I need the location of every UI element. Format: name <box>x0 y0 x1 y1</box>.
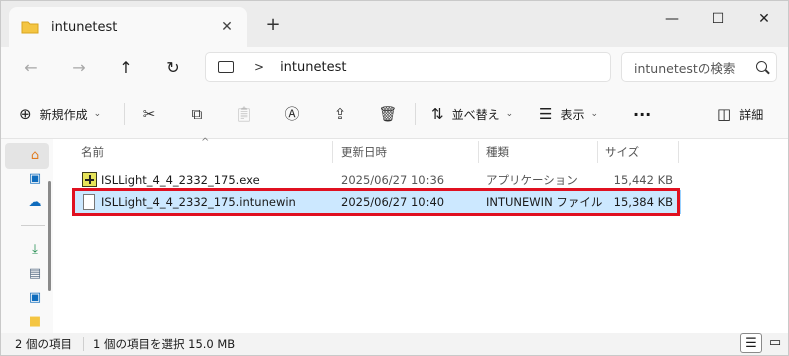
maximize-button[interactable]: ☐ <box>695 5 741 33</box>
sort-label: 並べ替え <box>451 107 500 122</box>
nav-scrollbar[interactable] <box>48 181 51 291</box>
scissors-icon: ✂ <box>142 105 156 123</box>
trash-icon: 🗑︎ <box>378 105 398 123</box>
clipboard-icon: 📋︎ <box>234 105 254 123</box>
close-window-button[interactable]: ✕ <box>741 5 787 33</box>
search-icon <box>756 61 767 72</box>
toolbar-divider <box>124 103 125 125</box>
this-pc-icon <box>218 61 234 73</box>
column-header-size[interactable]: サイズ <box>605 139 639 165</box>
column-header-name[interactable]: 名前 <box>81 139 104 165</box>
back-button[interactable]: ← <box>17 55 45 81</box>
details-label: 詳細 <box>739 107 764 122</box>
close-tab-icon[interactable]: ✕ <box>217 17 237 37</box>
navigation-bar: ← → ↑ ↻ > intunetest intunetestの検索 <box>1 47 788 89</box>
details-view-button[interactable]: ☰ <box>740 333 762 353</box>
view-list-icon: ☰ <box>539 105 553 123</box>
column-divider[interactable] <box>678 141 679 163</box>
refresh-button[interactable]: ↻ <box>159 55 187 81</box>
highlight-annotation-box <box>72 188 680 216</box>
chevron-down-icon: ⌄ <box>93 109 102 119</box>
delete-button[interactable]: 🗑︎ <box>375 101 401 127</box>
column-divider[interactable] <box>478 141 479 163</box>
details-view-icon: ☰ <box>745 336 757 351</box>
up-button[interactable]: ↑ <box>112 55 140 81</box>
copy-button[interactable]: ⧉ <box>184 101 210 127</box>
forward-button[interactable]: → <box>65 55 93 81</box>
tiles-view-button[interactable]: ▭ <box>764 333 786 353</box>
view-button[interactable]: ☰ 表示 ⌄ <box>539 101 598 127</box>
details-pane-icon: ◫ <box>717 105 732 123</box>
new-tab-button[interactable]: + <box>263 15 283 35</box>
chevron-down-icon: ⌄ <box>590 109 599 119</box>
tab-intunetest[interactable]: intunetest ✕ <box>9 7 247 47</box>
rename-button[interactable]: Ⓐ <box>279 101 305 127</box>
file-list: ^ 名前 更新日時 種類 サイズ ISLLight_4_4_2332_175.e… <box>53 137 788 333</box>
column-divider[interactable] <box>332 141 333 163</box>
toolbar-divider <box>415 103 416 125</box>
new-button[interactable]: ⊕ 新規作成 ⌄ <box>19 101 101 127</box>
sort-arrows-icon: ⇅ <box>431 105 444 123</box>
folder-icon <box>21 21 39 34</box>
copy-icon: ⧉ <box>191 105 203 123</box>
onedrive-icon[interactable]: ☁ <box>27 195 43 211</box>
paste-button[interactable]: 📋︎ <box>231 101 257 127</box>
rename-icon: Ⓐ <box>284 105 300 123</box>
downloads-icon[interactable]: ⤓ <box>27 242 43 258</box>
column-header-type[interactable]: 種類 <box>486 139 509 165</box>
tiles-view-icon: ▭ <box>768 335 782 350</box>
item-count: 2 個の項目 <box>15 337 72 351</box>
cut-button[interactable]: ✂ <box>136 101 162 127</box>
selection-info: 1 個の項目を選択 15.0 MB <box>93 337 236 351</box>
more-options-button[interactable]: ··· <box>633 101 651 127</box>
column-divider[interactable] <box>597 141 598 163</box>
documents-icon[interactable]: ▤ <box>27 266 43 282</box>
tab-bar: intunetest ✕ + — ☐ ✕ <box>1 1 788 47</box>
explorer-window: intunetest ✕ + — ☐ ✕ ← → ↑ ↻ > intunetes… <box>0 0 789 356</box>
share-button[interactable]: ⇪ <box>327 101 353 127</box>
sort-button[interactable]: ⇅ 並べ替え ⌄ <box>431 101 513 127</box>
address-bar[interactable]: > intunetest <box>205 52 611 82</box>
chevron-down-icon: ⌄ <box>505 109 514 119</box>
breadcrumb-folder[interactable]: intunetest <box>280 60 346 75</box>
home-icon[interactable]: ⌂ <box>27 148 43 164</box>
details-button[interactable]: ◫ 詳細 <box>717 101 763 127</box>
gallery-icon[interactable]: ▣ <box>27 171 43 187</box>
plus-circle-icon: ⊕ <box>19 105 32 123</box>
breadcrumb-chevron-icon[interactable]: > <box>254 60 264 74</box>
view-label: 表示 <box>560 107 585 122</box>
folder-icon[interactable]: ■ <box>27 314 43 330</box>
minimize-button[interactable]: — <box>649 5 695 33</box>
nav-divider <box>21 225 45 226</box>
sort-caret-icon: ^ <box>201 137 210 148</box>
status-bar: 2 個の項目 1 個の項目を選択 15.0 MB ☰ ▭ <box>1 333 788 355</box>
column-header-date[interactable]: 更新日時 <box>341 139 387 165</box>
status-divider <box>83 337 84 351</box>
share-icon: ⇪ <box>333 105 347 123</box>
tab-title: intunetest <box>51 19 118 35</box>
new-label: 新規作成 <box>39 107 88 122</box>
pictures-icon[interactable]: ▣ <box>27 290 43 306</box>
application-icon <box>82 172 97 187</box>
search-input[interactable]: intunetestの検索 <box>621 52 777 82</box>
navigation-pane: ⌂ ▣ ☁ ⤓ ▤ ▣ ■ <box>1 139 53 333</box>
command-bar: ⊕ 新規作成 ⌄ ✂ ⧉ 📋︎ Ⓐ ⇪ 🗑︎ ⇅ 並べ替え ⌄ ☰ 表示 ⌄ ·… <box>1 89 788 139</box>
search-placeholder: intunetestの検索 <box>634 60 736 76</box>
